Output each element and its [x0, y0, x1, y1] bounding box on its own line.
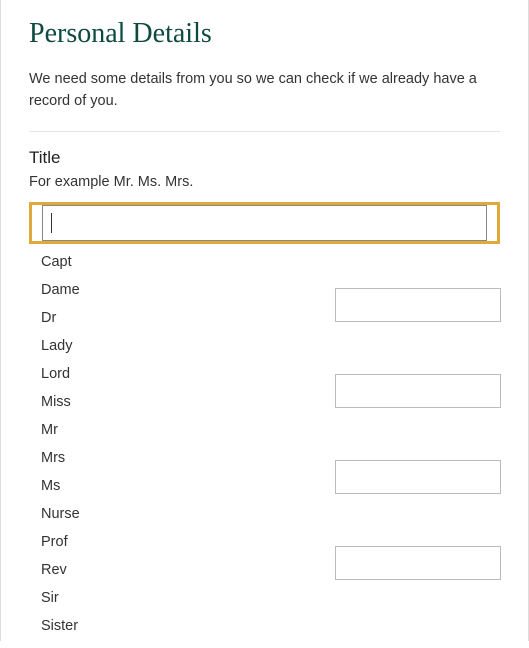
intro-text: We need some details from you so we can …: [29, 68, 500, 113]
title-option[interactable]: Sister: [31, 612, 331, 640]
obscured-input[interactable]: [335, 374, 501, 408]
obscured-input[interactable]: [335, 460, 501, 494]
form-inner: Personal Details We need some details fr…: [1, 0, 528, 244]
title-option[interactable]: Capt: [31, 248, 331, 276]
title-option[interactable]: Mrs: [31, 444, 331, 472]
obscured-input[interactable]: [335, 546, 501, 580]
title-input[interactable]: [29, 202, 500, 244]
form-container: Personal Details We need some details fr…: [0, 0, 529, 641]
title-option[interactable]: Rev: [31, 556, 331, 584]
title-field-label: Title: [29, 148, 500, 168]
text-caret: [51, 213, 52, 233]
title-input-wrap: CaptDameDrLadyLordMissMrMrsMsNurseProfRe…: [29, 202, 500, 244]
title-option[interactable]: Miss: [31, 388, 331, 416]
title-option[interactable]: Dame: [31, 276, 331, 304]
title-option[interactable]: Lord: [31, 360, 331, 388]
title-option[interactable]: Dr: [31, 304, 331, 332]
title-autocomplete-list: CaptDameDrLadyLordMissMrMrsMsNurseProfRe…: [31, 244, 331, 648]
obscured-input[interactable]: [335, 288, 501, 322]
title-option[interactable]: Lady: [31, 332, 331, 360]
title-option[interactable]: Ms: [31, 472, 331, 500]
page-title: Personal Details: [29, 18, 500, 50]
title-option[interactable]: Nurse: [31, 500, 331, 528]
section-divider: [29, 131, 500, 132]
title-field-hint: For example Mr. Ms. Mrs.: [29, 174, 500, 190]
title-option[interactable]: Mr: [31, 416, 331, 444]
title-input-inner: [42, 205, 487, 241]
title-option[interactable]: Prof: [31, 528, 331, 556]
title-option[interactable]: Sir: [31, 584, 331, 612]
